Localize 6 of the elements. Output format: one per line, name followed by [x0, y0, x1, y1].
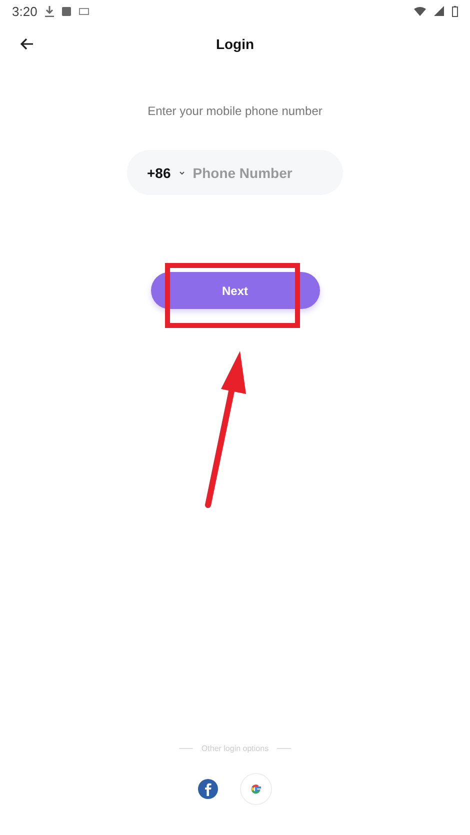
page-title: Login	[216, 36, 254, 52]
next-button[interactable]: Next	[150, 272, 320, 309]
status-time: 3:20	[12, 4, 38, 18]
phone-field[interactable]: +86 Phone Number	[127, 150, 343, 195]
country-code[interactable]: +86	[147, 164, 171, 180]
phone-prompt: Enter your mobile phone number	[148, 104, 322, 118]
